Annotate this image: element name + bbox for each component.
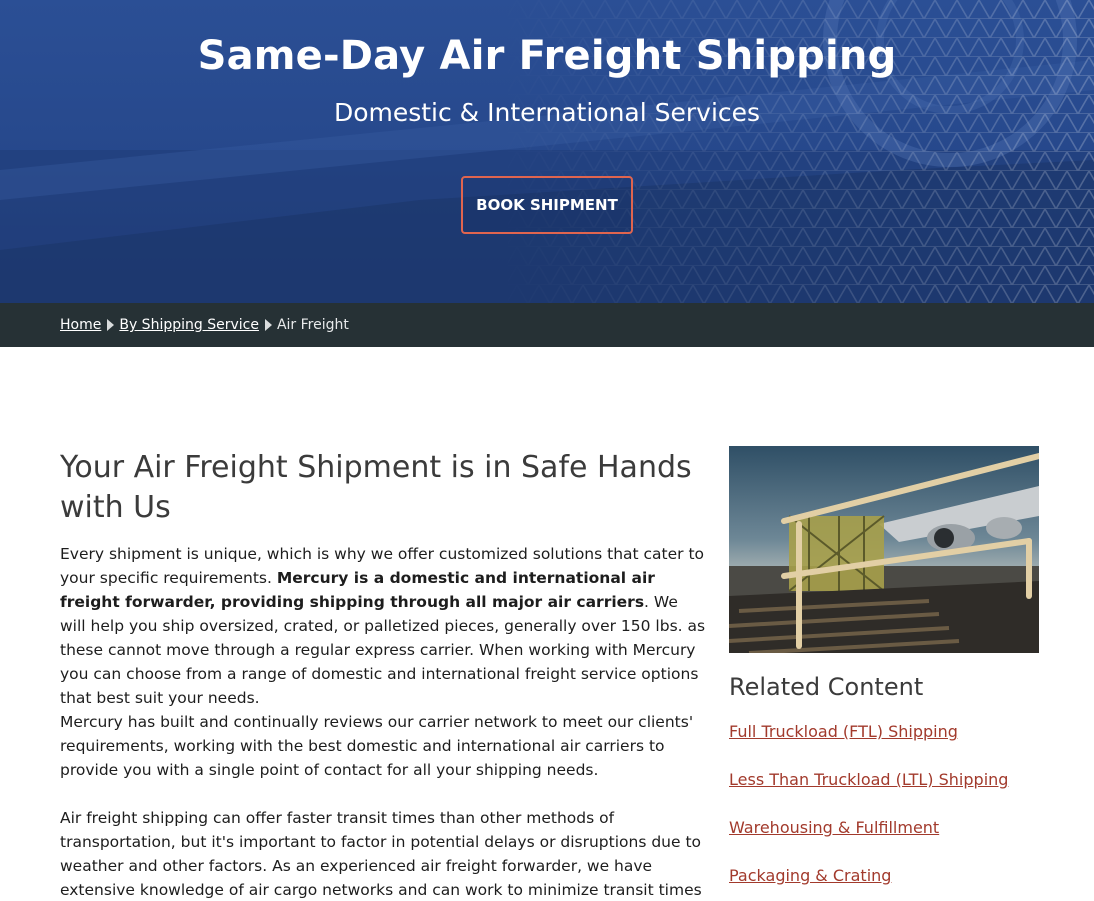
related-link-ftl[interactable]: Full Truckload (FTL) Shipping [729,722,958,741]
section-heading: Your Air Freight Shipment is in Safe Han… [60,450,692,525]
page-title: Same-Day Air Freight Shipping [197,33,897,79]
hero-banner: Same-Day Air Freight Shipping Domestic &… [0,0,1094,303]
related-link-warehousing[interactable]: Warehousing & Fulfillment [729,818,939,837]
related-link-packaging[interactable]: Packaging & Crating [729,866,891,885]
carrier-network-paragraph: Mercury has built and continually review… [60,713,694,779]
breadcrumb-shipping-service-link[interactable]: By Shipping Service [119,317,259,333]
breadcrumb-current: Air Freight [276,317,349,333]
related-content-heading: Related Content [729,673,924,701]
transit-times-paragraph: Air freight shipping can offer faster tr… [60,809,702,899]
chevron-right-icon [107,319,115,331]
chevron-right-icon [264,319,272,331]
related-link-ltl[interactable]: Less Than Truckload (LTL) Shipping [729,770,1008,789]
breadcrumb-home-link[interactable]: Home [60,317,101,333]
air-cargo-photo [729,446,1039,653]
page-subtitle: Domestic & International Services [333,98,761,127]
breadcrumb: Home By Shipping Service Air Freight [0,303,1094,347]
intro-paragraph: Every shipment is unique, which is why w… [60,542,708,710]
book-shipment-button[interactable]: BOOK SHIPMENT [461,176,633,234]
